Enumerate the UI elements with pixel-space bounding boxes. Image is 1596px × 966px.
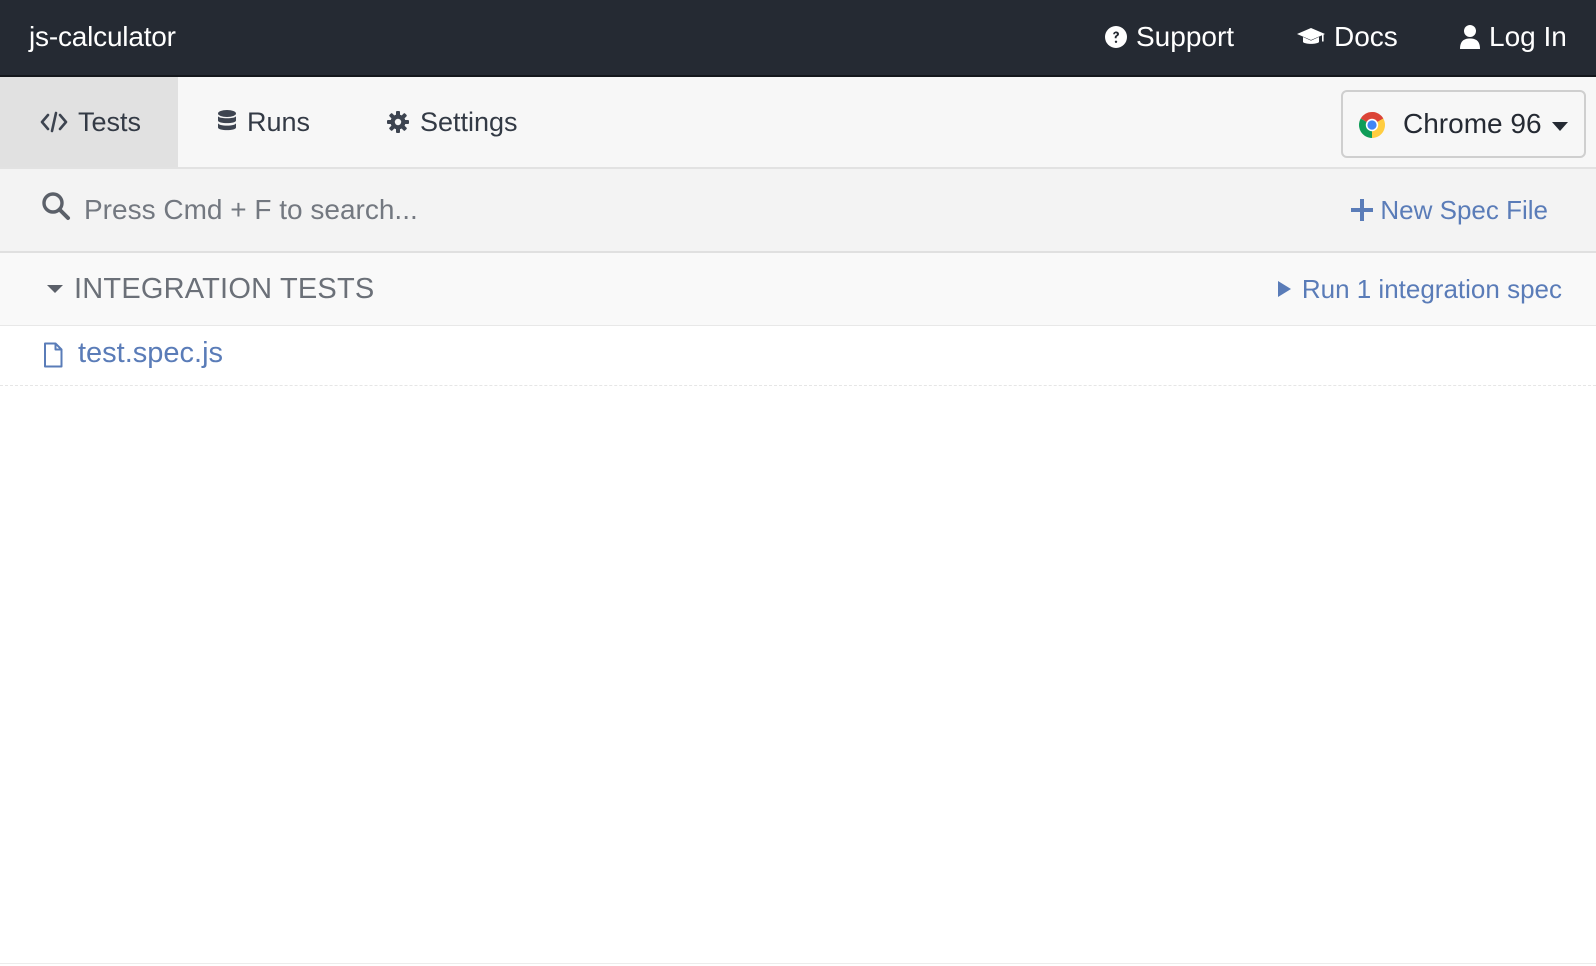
browser-dropdown[interactable]: Chrome 96 [1341,90,1586,158]
tab-tests-label: Tests [78,106,142,137]
search-icon [42,192,70,220]
spec-file-name: test.spec.js [78,337,224,369]
tab-runs[interactable]: Runs [217,77,310,167]
tab-runs-label: Runs [247,106,311,137]
database-icon [218,110,236,131]
support-link[interactable]: Support [1104,20,1234,54]
docs-link[interactable]: Docs [1296,20,1398,54]
question-circle-icon [1105,26,1127,48]
search-input[interactable] [84,187,884,233]
integration-tests-toggle[interactable]: INTEGRATION TESTS [46,271,374,307]
caret-down-icon [47,285,63,293]
browser-label: Chrome 96 [1403,108,1542,139]
play-icon [1277,281,1291,297]
search-bar: New Spec File [0,169,1596,253]
new-spec-file-button[interactable]: New Spec File [1350,193,1548,227]
code-icon [40,111,68,133]
chrome-icon [1358,112,1386,138]
support-label: Support [1136,21,1235,52]
file-icon [44,342,63,368]
section-title: INTEGRATION TESTS [74,272,375,305]
run-all-specs-label: Run 1 integration spec [1301,273,1562,304]
gear-icon [387,111,409,133]
app-title: js-calculator [29,21,176,52]
login-link[interactable]: Log In [1459,20,1567,54]
top-header: js-calculator Support Docs Log In [0,0,1596,77]
spec-file-row[interactable]: test.spec.js [0,326,1596,386]
login-label: Log In [1489,21,1567,52]
tab-tests[interactable]: Tests [0,77,178,167]
user-icon [1460,25,1480,49]
run-all-specs-button[interactable]: Run 1 integration spec [1276,272,1562,306]
integration-tests-header: INTEGRATION TESTS Run 1 integration spec [0,253,1596,326]
docs-label: Docs [1334,21,1398,52]
graduation-cap-icon [1297,28,1325,44]
caret-down-icon [1552,122,1568,131]
tab-settings-label: Settings [420,106,518,137]
new-spec-file-label: New Spec File [1380,194,1548,225]
tab-settings[interactable]: Settings [386,77,518,167]
bottom-divider [0,963,1596,964]
plus-icon [1351,199,1374,221]
